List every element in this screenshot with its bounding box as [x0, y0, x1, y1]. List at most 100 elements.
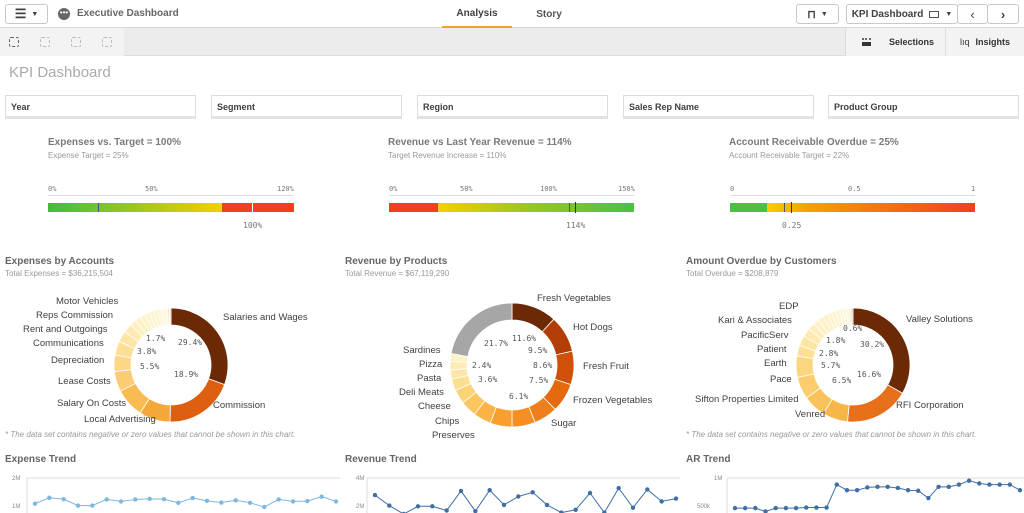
slice-percent: 30.2%: [860, 340, 885, 349]
slice-label: Pizza: [419, 359, 443, 370]
data-point[interactable]: [530, 490, 535, 495]
data-point[interactable]: [763, 509, 768, 513]
data-point[interactable]: [573, 507, 578, 512]
slice-label: RFI Corporation: [896, 400, 964, 411]
slice-label: Chips: [435, 416, 460, 427]
data-point[interactable]: [387, 503, 392, 508]
data-point[interactable]: [926, 495, 931, 501]
data-point[interactable]: [487, 488, 492, 493]
donut-slice[interactable]: [449, 360, 468, 371]
data-point[interactable]: [875, 484, 880, 490]
data-point[interactable]: [372, 492, 378, 498]
data-point[interactable]: [987, 482, 992, 487]
slice-label: Preserves: [432, 430, 475, 441]
data-point[interactable]: [247, 500, 253, 505]
data-point[interactable]: [824, 505, 829, 510]
data-point[interactable]: [501, 502, 507, 508]
data-point[interactable]: [32, 501, 38, 506]
data-point[interactable]: [1017, 488, 1023, 493]
data-point[interactable]: [133, 497, 138, 502]
data-point[interactable]: [814, 505, 819, 510]
data-point[interactable]: [516, 494, 521, 499]
slice-percent: 5.5%: [140, 362, 160, 371]
data-point[interactable]: [773, 505, 778, 511]
data-point[interactable]: [75, 503, 81, 508]
data-point[interactable]: [118, 499, 124, 504]
data-point[interactable]: [544, 502, 550, 508]
data-point[interactable]: [319, 494, 324, 499]
data-point[interactable]: [47, 495, 52, 500]
slice-label: Pasta: [417, 373, 442, 384]
data-point[interactable]: [630, 505, 636, 510]
data-point[interactable]: [673, 496, 679, 501]
data-point[interactable]: [946, 484, 951, 490]
data-point[interactable]: [865, 485, 870, 490]
data-point[interactable]: [204, 498, 210, 504]
data-point[interactable]: [1007, 482, 1013, 487]
slice-label: Kari & Associates: [718, 315, 792, 326]
data-point[interactable]: [190, 495, 195, 501]
slice-label: Valley Solutions: [906, 314, 973, 325]
data-point[interactable]: [804, 505, 809, 510]
data-point[interactable]: [854, 488, 860, 493]
donut-slice[interactable]: [169, 307, 172, 326]
donut-slice[interactable]: [450, 302, 513, 358]
data-point[interactable]: [956, 482, 962, 487]
data-point[interactable]: [753, 505, 758, 511]
data-point[interactable]: [905, 488, 911, 493]
data-point[interactable]: [305, 498, 310, 504]
data-point[interactable]: [61, 496, 66, 502]
slice-percent: 3.6%: [478, 375, 498, 384]
data-point[interactable]: [90, 503, 95, 508]
data-point[interactable]: [977, 481, 982, 486]
data-point[interactable]: [444, 508, 449, 513]
data-point[interactable]: [430, 504, 435, 509]
data-point[interactable]: [645, 487, 650, 492]
data-point[interactable]: [290, 499, 296, 504]
data-point[interactable]: [176, 500, 181, 505]
slice-label: Reps Commission: [36, 310, 114, 321]
donut-slice[interactable]: [795, 355, 815, 378]
data-point[interactable]: [732, 505, 738, 511]
revenue-trend-chart[interactable]: [366, 477, 680, 513]
data-point[interactable]: [916, 488, 921, 493]
data-point[interactable]: [834, 482, 839, 487]
donut-slice[interactable]: [554, 350, 575, 386]
trend-line: [374, 487, 677, 513]
data-point[interactable]: [742, 505, 748, 511]
expenses-donut[interactable]: [113, 307, 229, 423]
data-point[interactable]: [219, 500, 224, 505]
slice-label: Deli Meats: [399, 387, 444, 398]
data-point[interactable]: [147, 496, 152, 502]
slice-percent: 3.8%: [137, 347, 157, 356]
data-point[interactable]: [966, 478, 972, 483]
data-point[interactable]: [262, 504, 267, 510]
data-point[interactable]: [659, 499, 664, 504]
data-point[interactable]: [616, 485, 621, 491]
data-point[interactable]: [936, 484, 941, 490]
data-point[interactable]: [997, 482, 1002, 487]
revenue-donut[interactable]: [449, 302, 575, 428]
data-point[interactable]: [587, 490, 593, 496]
data-point[interactable]: [895, 485, 901, 491]
donut-slice[interactable]: [847, 384, 904, 423]
donut-slice[interactable]: [850, 307, 854, 326]
slice-percent: 1.8%: [826, 336, 846, 345]
data-point[interactable]: [161, 496, 167, 502]
data-point[interactable]: [415, 504, 421, 509]
data-point[interactable]: [276, 497, 281, 502]
data-point[interactable]: [793, 505, 799, 511]
data-point[interactable]: [458, 488, 464, 494]
data-point[interactable]: [233, 498, 238, 503]
donut-slice[interactable]: [852, 307, 911, 394]
data-point[interactable]: [885, 484, 890, 490]
ar-trend-chart[interactable]: [726, 477, 1024, 513]
slice-percent: 7.5%: [529, 376, 549, 385]
data-point[interactable]: [783, 505, 789, 511]
slice-label: Hot Dogs: [573, 322, 613, 333]
data-point[interactable]: [844, 488, 850, 493]
data-point[interactable]: [333, 499, 339, 504]
data-point[interactable]: [104, 497, 109, 502]
slice-percent: 6.5%: [832, 376, 852, 385]
expense-trend-chart[interactable]: [26, 477, 340, 513]
